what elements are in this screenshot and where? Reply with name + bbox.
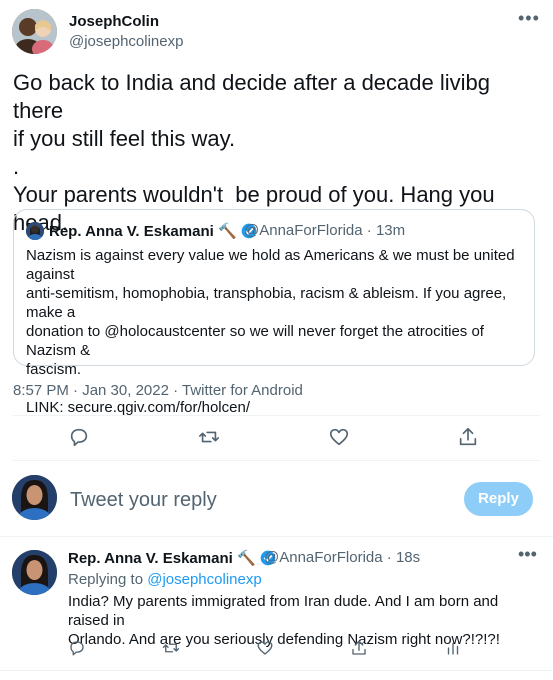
divider	[13, 460, 540, 461]
reply-author-avatar[interactable]	[12, 550, 57, 595]
replying-to-link[interactable]: @josephcolinexp	[147, 571, 261, 588]
hammer-emoji: 🔨	[236, 550, 256, 567]
share-icon[interactable]	[350, 639, 368, 657]
reply-button[interactable]: Reply	[464, 482, 533, 516]
quoted-author-handle: @AnnaForFlorida · 13m	[244, 222, 406, 239]
quoted-tweet[interactable]: Rep. Anna V. Eskamani 🔨 @AnnaForFlorida …	[13, 209, 535, 416]
quoted-author-name-text: Rep. Anna V. Eskamani	[49, 223, 214, 240]
author-name[interactable]: JosephColin	[69, 13, 159, 30]
hammer-emoji: 🔨	[217, 223, 237, 240]
share-icon[interactable]	[457, 426, 479, 448]
tweet-actions	[0, 418, 553, 458]
reply-tweet[interactable]: Rep. Anna V. Eskamani 🔨 @AnnaForFlorida …	[0, 538, 553, 680]
divider	[13, 415, 540, 416]
quoted-author-name: Rep. Anna V. Eskamani 🔨	[49, 222, 257, 240]
like-icon[interactable]	[328, 426, 350, 448]
more-icon[interactable]: •••	[518, 8, 540, 29]
author-handle[interactable]: @josephcolinexp	[69, 33, 183, 50]
reply-actions	[0, 639, 553, 663]
retweet-icon[interactable]	[162, 639, 180, 657]
replying-to-label: Replying to	[68, 571, 148, 588]
tweet-timestamp[interactable]: 8:57 PM · Jan 30, 2022 · Twitter for And…	[13, 382, 303, 399]
divider	[0, 670, 553, 671]
reply-author-name-text[interactable]: Rep. Anna V. Eskamani	[68, 550, 233, 567]
replying-to: Replying to @josephcolinexp	[68, 571, 262, 588]
current-user-avatar[interactable]	[12, 475, 57, 520]
author-avatar[interactable]	[12, 9, 57, 54]
reply-composer: Tweet your reply Reply	[0, 470, 553, 530]
retweet-icon[interactable]	[198, 426, 220, 448]
reply-icon[interactable]	[68, 426, 90, 448]
reply-author-handle[interactable]: @AnnaForFlorida · 18s	[264, 549, 420, 566]
analytics-icon[interactable]	[444, 639, 462, 657]
reply-icon[interactable]	[68, 639, 86, 657]
like-icon[interactable]	[256, 639, 274, 657]
divider	[0, 536, 553, 537]
reply-input[interactable]: Tweet your reply	[70, 489, 217, 512]
quoted-author-avatar	[26, 222, 44, 240]
more-icon[interactable]: •••	[518, 544, 537, 565]
reply-author-name[interactable]: Rep. Anna V. Eskamani 🔨	[68, 549, 276, 567]
